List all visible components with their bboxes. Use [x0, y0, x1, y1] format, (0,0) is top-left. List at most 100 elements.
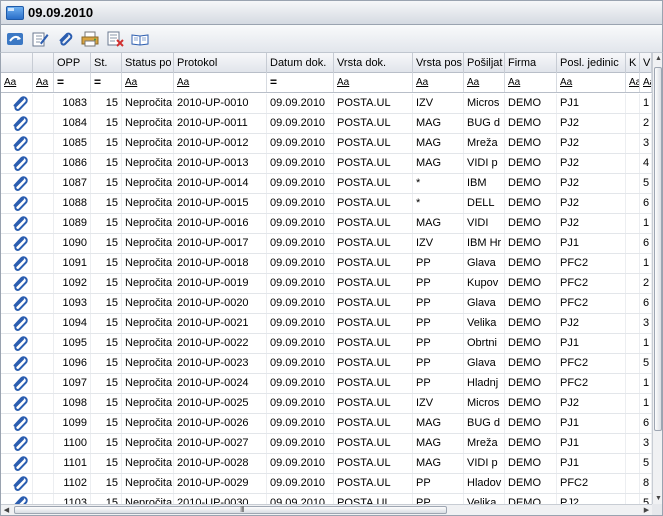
- cell-posiljatelj: DELL: [464, 194, 505, 213]
- attachment-icon: [1, 354, 33, 373]
- cell-posiljatelj: Obrtni: [464, 334, 505, 353]
- cell-v: 1: [640, 394, 652, 413]
- column-header-st[interactable]: St.: [91, 53, 122, 73]
- open-book-button[interactable]: [130, 30, 150, 48]
- table-row[interactable]: 1092 15 Nepročita 2010-UP-0019 09.09.2010 POS…: [1, 274, 652, 294]
- scroll-up-icon[interactable]: ▲: [653, 53, 662, 64]
- cell-x: [33, 114, 54, 133]
- filter-firma[interactable]: Aa: [505, 73, 557, 92]
- column-header-status[interactable]: Status po: [122, 53, 174, 73]
- cell-vrsta: POSTA.UL: [334, 414, 413, 433]
- column-header-firma[interactable]: Firma: [505, 53, 557, 73]
- cell-vrsta: POSTA.UL: [334, 214, 413, 233]
- scroll-right-icon[interactable]: ▶: [641, 505, 652, 515]
- cell-x: [33, 434, 54, 453]
- cell-datum: 09.09.2010: [267, 334, 334, 353]
- cell-firma: DEMO: [505, 134, 557, 153]
- column-header-datum[interactable]: Datum dok.: [267, 53, 334, 73]
- cell-vrsta_po: PP: [413, 474, 464, 493]
- table-row[interactable]: 1099 15 Nepročita 2010-UP-0026 09.09.2010 POS…: [1, 414, 652, 434]
- cell-st: 15: [91, 254, 122, 273]
- print-button[interactable]: [80, 30, 100, 48]
- filter-status[interactable]: Aa: [122, 73, 174, 92]
- cell-st: 15: [91, 434, 122, 453]
- cell-protokol: 2010-UP-0024: [174, 374, 267, 393]
- table-row[interactable]: 1085 15 Nepročita 2010-UP-0012 09.09.2010 POS…: [1, 134, 652, 154]
- filter-vrsta[interactable]: Aa: [334, 73, 413, 92]
- filter-k[interactable]: Aa: [626, 73, 640, 92]
- column-header-opp[interactable]: OPP: [54, 53, 91, 73]
- cell-vrsta_po: *: [413, 174, 464, 193]
- vertical-scrollbar[interactable]: ▲ ▼: [652, 53, 662, 504]
- table-row[interactable]: 1089 15 Nepročita 2010-UP-0016 09.09.2010 POS…: [1, 214, 652, 234]
- table-row[interactable]: 1102 15 Nepročita 2010-UP-0029 09.09.2010 POS…: [1, 474, 652, 494]
- cell-opp: 1092: [54, 274, 91, 293]
- table-row[interactable]: 1086 15 Nepročita 2010-UP-0013 09.09.2010 POS…: [1, 154, 652, 174]
- table-row[interactable]: 1088 15 Nepročita 2010-UP-0015 09.09.2010 POS…: [1, 194, 652, 214]
- filter-vrsta_po[interactable]: Aa: [413, 73, 464, 92]
- column-header-posl[interactable]: Posl. jedinic: [557, 53, 626, 73]
- cell-opp: 1094: [54, 314, 91, 333]
- column-header-v[interactable]: V: [640, 53, 652, 73]
- filter-v[interactable]: Aa: [640, 73, 652, 92]
- filter-att[interactable]: Aa: [1, 73, 33, 92]
- horizontal-scrollbar[interactable]: ◀ III ▶: [1, 504, 652, 515]
- table-row[interactable]: 1095 15 Nepročita 2010-UP-0022 09.09.2010 POS…: [1, 334, 652, 354]
- toolbar: [0, 25, 663, 53]
- attachment-icon: [1, 274, 33, 293]
- filter-posl[interactable]: Aa: [557, 73, 626, 92]
- cell-firma: DEMO: [505, 234, 557, 253]
- cell-status: Nepročita: [122, 254, 174, 273]
- table-row[interactable]: 1097 15 Nepročita 2010-UP-0024 09.09.2010 POS…: [1, 374, 652, 394]
- table-row[interactable]: 1096 15 Nepročita 2010-UP-0023 09.09.2010 POS…: [1, 354, 652, 374]
- column-header-posiljatelj[interactable]: Pošiljat: [464, 53, 505, 73]
- vertical-scroll-thumb[interactable]: [654, 67, 662, 431]
- filter-datum[interactable]: =: [267, 73, 334, 92]
- filter-protokol[interactable]: Aa: [174, 73, 267, 92]
- table-row[interactable]: 1087 15 Nepročita 2010-UP-0014 09.09.2010 POS…: [1, 174, 652, 194]
- table-row[interactable]: 1103 15 Nepročita 2010-UP-0030 09.09.2010 POS…: [1, 494, 652, 504]
- column-header-vrsta_po[interactable]: Vrsta pos: [413, 53, 464, 73]
- table-row[interactable]: 1083 15 Nepročita 2010-UP-0010 09.09.2010 POS…: [1, 94, 652, 114]
- table-row[interactable]: 1101 15 Nepročita 2010-UP-0028 09.09.2010 POS…: [1, 454, 652, 474]
- filter-opp[interactable]: =: [54, 73, 91, 92]
- cell-k: [626, 254, 640, 273]
- cell-st: 15: [91, 474, 122, 493]
- column-header-att[interactable]: [1, 53, 33, 73]
- delete-button[interactable]: [105, 30, 125, 48]
- filter-x[interactable]: Aa: [33, 73, 54, 92]
- scroll-down-icon[interactable]: ▼: [653, 493, 662, 504]
- filter-st[interactable]: =: [91, 73, 122, 92]
- cell-opp: 1096: [54, 354, 91, 373]
- column-header-vrsta[interactable]: Vrsta dok.: [334, 53, 413, 73]
- table-row[interactable]: 1090 15 Nepročita 2010-UP-0017 09.09.2010 POS…: [1, 234, 652, 254]
- scroll-left-icon[interactable]: ◀: [1, 505, 12, 515]
- column-header-k[interactable]: K: [626, 53, 640, 73]
- cell-k: [626, 434, 640, 453]
- cell-st: 15: [91, 174, 122, 193]
- table-row[interactable]: 1094 15 Nepročita 2010-UP-0021 09.09.2010 POS…: [1, 314, 652, 334]
- table-row[interactable]: 1093 15 Nepročita 2010-UP-0020 09.09.2010 POS…: [1, 294, 652, 314]
- table-row[interactable]: 1098 15 Nepročita 2010-UP-0025 09.09.2010 POS…: [1, 394, 652, 414]
- edit-button[interactable]: [30, 30, 50, 48]
- filter-posiljatelj[interactable]: Aa: [464, 73, 505, 92]
- table-row[interactable]: 1084 15 Nepročita 2010-UP-0011 09.09.2010 POS…: [1, 114, 652, 134]
- cell-posl: PJ1: [557, 434, 626, 453]
- cell-status: Nepročita: [122, 454, 174, 473]
- column-header-x[interactable]: [33, 53, 54, 73]
- cell-datum: 09.09.2010: [267, 354, 334, 373]
- attachment-button[interactable]: [55, 30, 75, 48]
- cell-x: [33, 354, 54, 373]
- cell-firma: DEMO: [505, 254, 557, 273]
- column-header-protokol[interactable]: Protokol: [174, 53, 267, 73]
- cell-datum: 09.09.2010: [267, 314, 334, 333]
- cell-k: [626, 234, 640, 253]
- cell-protokol: 2010-UP-0027: [174, 434, 267, 453]
- horizontal-scroll-thumb[interactable]: III: [14, 505, 447, 514]
- text-filter-icon: Aa: [337, 77, 350, 88]
- cell-st: 15: [91, 234, 122, 253]
- table-row[interactable]: 1091 15 Nepročita 2010-UP-0018 09.09.2010 POS…: [1, 254, 652, 274]
- cell-posl: PJ2: [557, 314, 626, 333]
- table-row[interactable]: 1100 15 Nepročita 2010-UP-0027 09.09.2010 POS…: [1, 434, 652, 454]
- refresh-button[interactable]: [5, 30, 25, 48]
